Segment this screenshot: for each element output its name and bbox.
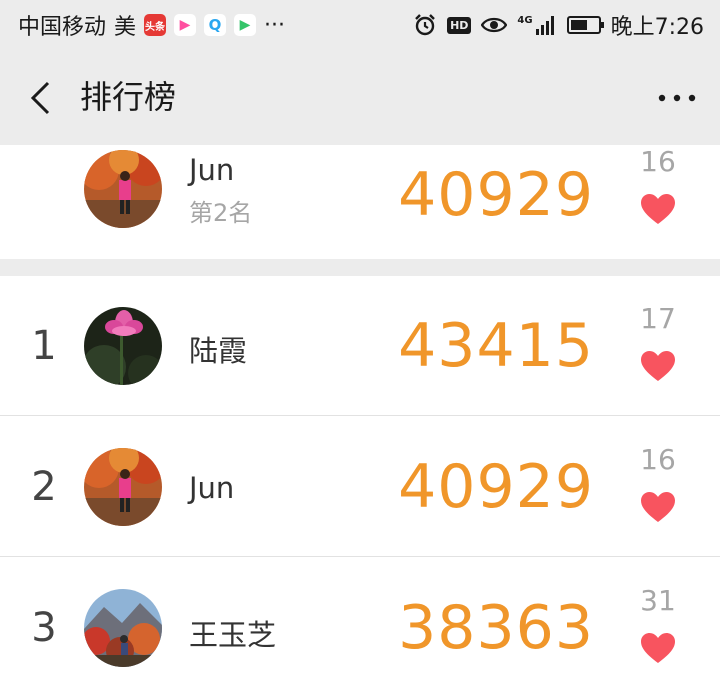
page-title: 排行榜 [80, 78, 177, 116]
back-button[interactable] [18, 76, 62, 120]
step-count: 38363 [398, 593, 594, 663]
heart-icon[interactable] [640, 350, 676, 382]
user-name: Jun [189, 471, 235, 505]
row-divider [0, 556, 720, 557]
nav-bar: 排行榜 [0, 50, 720, 145]
carrier-name: 中国移动 [18, 15, 107, 40]
eye-comfort-icon [481, 17, 508, 33]
status-right: HD 4G 晚上7:26 [413, 0, 704, 50]
signal-strength-icon [535, 16, 554, 35]
ranking-row[interactable]: 2 Jun 40929 16 [0, 417, 720, 557]
section-separator [0, 259, 720, 276]
rank-number: 3 [31, 605, 57, 651]
like-count: 17 [640, 302, 676, 335]
signal-group: 4G [517, 15, 556, 35]
hd-badge: HD [447, 16, 472, 34]
autumn-photo-avatar [84, 448, 162, 526]
player-app-icon: ▶ [234, 14, 257, 36]
alarm-icon [415, 14, 435, 36]
toutiao-app-icon: 头条 [144, 14, 167, 36]
battery-icon [566, 16, 604, 34]
step-count: 40929 [398, 452, 594, 522]
heart-icon[interactable] [640, 632, 676, 664]
user-name: 陆霞 [189, 334, 248, 368]
rank-number: 2 [31, 464, 57, 510]
more-notifications-icon: ··· [264, 12, 286, 38]
network-type-label: 4G [517, 15, 533, 26]
back-arrow-icon [30, 81, 50, 115]
ranking-row[interactable]: 3 王玉芝 38363 31 [0, 558, 720, 698]
heart-icon[interactable] [640, 193, 676, 225]
more-options-button[interactable] [654, 76, 700, 120]
user-name: 王玉芝 [189, 618, 277, 652]
clock-time: 晚上7:26 [610, 15, 704, 40]
my-avatar [84, 150, 162, 228]
row-divider [0, 415, 720, 416]
mountain-photo-avatar [84, 589, 162, 667]
my-name: Jun [189, 153, 235, 187]
my-like-count: 16 [640, 145, 676, 178]
user-avatar [84, 448, 162, 526]
heart-icon[interactable] [640, 491, 676, 523]
my-rank-label: 第2名 [189, 199, 253, 227]
like-count: 31 [640, 584, 676, 617]
status-left: 中国移动 美 头条 ▶ Q ▶ ··· [18, 0, 285, 50]
video-app-icon: ▶ [174, 14, 197, 36]
carrier-suffix: 美 [114, 15, 137, 40]
rank-number: 1 [31, 323, 57, 369]
my-step-count: 40929 [398, 160, 594, 230]
browser-app-icon: Q [204, 14, 227, 36]
ranking-row[interactable]: 1 陆霞 43415 17 [0, 276, 720, 416]
lotus-photo-avatar [84, 307, 162, 385]
autumn-photo-avatar [84, 150, 162, 228]
battery-level [570, 20, 587, 30]
like-count: 16 [640, 443, 676, 476]
more-dots-icon [658, 94, 696, 102]
my-ranking-card[interactable]: Jun 第2名 40929 16 [0, 145, 720, 259]
user-avatar [84, 307, 162, 385]
status-bar: 中国移动 美 头条 ▶ Q ▶ ··· HD 4G 晚上7:26 [0, 0, 720, 50]
step-count: 43415 [398, 311, 594, 381]
user-avatar [84, 589, 162, 667]
